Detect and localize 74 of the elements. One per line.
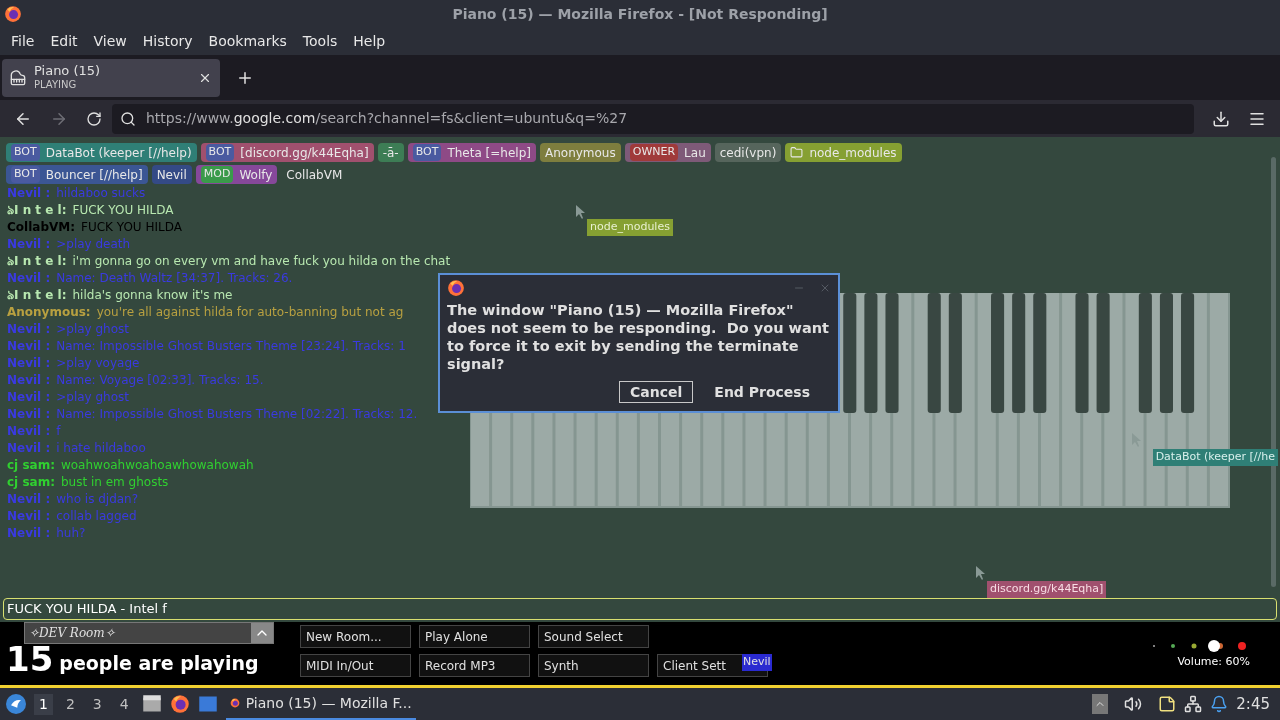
cursor-label: node_modules [587,219,673,236]
chat-message: hildaboo sucks [56,185,146,202]
user-name: -ā- [382,144,399,162]
chat-message: >play voyage [56,355,140,372]
chat-author: Nevil : [7,270,51,287]
chat-author: ঌI n t e l: [7,253,67,270]
chat-author: Nevil : [7,185,51,202]
chat-message: Name: Impossible Ghost Busters Theme [23:24]. Tracks: 1 [56,338,406,355]
role-badge: BOT [205,144,235,161]
chat-author: Nevil : [7,406,51,423]
player-count-label: people are playing [59,651,259,675]
chat-message: woahwoahwoahoawhowahowah [60,457,254,474]
chat-message: Name: Impossible Ghost Busters Theme [02:22]. Tracks: 12. [56,406,418,423]
player-count: 15 [6,643,54,675]
chat-author: cj sam: [7,457,55,474]
role-badge: BOT [11,166,40,183]
chat-message: hilda's gonna know it's me [72,287,233,304]
dialog-message: The window "Piano (15) — Mozilla Firefox" does not seem to be responding. Do you want to force it to exit by sending the terminate signal? [447,301,830,373]
chat-message: >play death [56,236,131,253]
chat-message: >play ghost [56,389,129,406]
chat-message: huh? [56,525,86,542]
cursor-name-tooltip: Nevil [742,654,772,671]
room-name: ✧DEV Room✧ [28,625,115,642]
chat-author: ঌI n t e l: [7,202,67,219]
user-name: cedi(vpn) [719,144,777,162]
chat-author: Nevil : [7,440,51,457]
chat-author: Nevil : [7,355,51,372]
user-name: node_modules [809,144,897,162]
user-name: Theta [=help] [447,144,531,162]
chat-author: Nevil : [7,508,51,525]
chat-message: i hate hildaboo [56,440,146,457]
user-name: DataBot (keeper [//help) [45,144,192,162]
chat-author: Nevil : [7,321,51,338]
chat-author: cj sam: [7,474,55,491]
role-badge: MOD [200,166,234,183]
chat-message: >play ghost [56,321,129,338]
chat-message: Name: Death Waltz [34:37]. Tracks: 26. [56,270,293,287]
user-name: Nevil [156,166,187,184]
tab-title: Piano (15) [34,63,102,80]
chat-author: Nevil : [7,372,51,389]
task-title: Piano (15) — Mozilla F... [245,693,412,713]
chat-message: collab lagged [56,508,137,525]
user-name: Bouncer [//help] [45,166,143,184]
role-badge: OWNER [629,144,679,161]
url-text: https://www.google.com/search?channel=fs&client=ubuntu&q=%27 [146,109,628,128]
cursor-label: discord.gg/k44Eqha] [987,581,1107,598]
chat-author: Nevil : [7,236,51,253]
user-name: CollabVM [286,166,343,184]
user-name: Wolfy [239,166,273,184]
chat-author: Nevil : [7,525,51,542]
chat-author: ঌI n t e l: [7,287,67,304]
chat-author: CollabVM: [7,219,75,236]
chat-message: f [56,423,61,440]
window-title: Piano (15) — Mozilla Firefox - [Not Responding] [451,4,829,24]
cursor-label: DataBot (keeper [//he [1152,449,1278,466]
chat-message: FUCK YOU HILDA [81,219,182,236]
chat-message: i'm gonna go on every vm and have fuck you hilda on the chat [72,253,451,270]
chat-author: Nevil : [7,423,51,440]
role-badge: BOT [11,144,40,161]
chat-message: Name: Voyage [02:33]. Tracks: 15. [56,372,264,389]
user-name: Anonymous [544,144,616,162]
chat-message: FUCK YOU HILDA [72,202,174,219]
chat-author: Nevil : [7,389,51,406]
chat-author: Anonymous: [7,304,91,321]
chat-author: Nevil : [7,491,51,508]
role-badge: BOT [412,144,442,161]
user-name: [discord.gg/k44Eqha] [240,144,369,162]
chat-message: you're all against hilda for auto-banning but not ag [96,304,404,321]
chat-message: who is djdan? [56,491,139,508]
volume-label: Volume: 60% [1177,654,1250,670]
user-name: Lau [684,144,706,162]
chat-author: Nevil : [7,338,51,355]
chat-message: bust in em ghosts [60,474,169,491]
tab-status: PLAYING [34,79,78,92]
